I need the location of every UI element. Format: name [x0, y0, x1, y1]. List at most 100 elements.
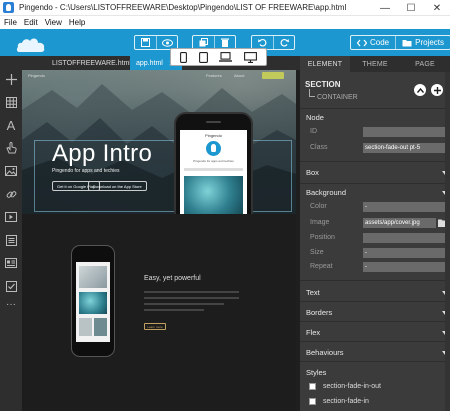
window-title: Pingendo - C:\Users\LISTOFFREEWARE\Deskt…	[19, 3, 347, 12]
minimize-button[interactable]: —	[372, 0, 398, 16]
save-icon	[141, 38, 150, 47]
menu-edit[interactable]: Edit	[24, 18, 38, 27]
bg-image-field[interactable]: assets/app/cover.jpg	[363, 218, 436, 228]
checkbox-icon[interactable]	[4, 279, 18, 293]
window-title-bar: Pingendo - C:\Users\LISTOFFREEWARE\Deskt…	[0, 0, 450, 16]
chevron-up-icon	[416, 87, 424, 93]
redo-button[interactable]	[273, 36, 294, 49]
copy-icon	[199, 38, 208, 47]
phone-tagline: Pingendo for apps and techies	[193, 159, 234, 163]
behaviours-section-toggle[interactable]: Behaviours	[306, 348, 344, 357]
app-store-button[interactable]: Download on the App Store	[88, 181, 147, 191]
feature-phone-mockup[interactable]	[71, 245, 115, 357]
divider	[300, 108, 450, 109]
menu-file[interactable]: File	[4, 18, 17, 27]
select-parent-button[interactable]	[414, 84, 426, 96]
pingendo-droplet-icon	[206, 141, 221, 156]
feature-section[interactable]: Easy, yet powerful Learn more	[22, 214, 296, 411]
add-element-button[interactable]	[431, 84, 443, 96]
divider	[300, 321, 450, 322]
plus-icon	[433, 86, 441, 94]
panel-scrollbar[interactable]	[445, 72, 450, 411]
feature-image-4	[94, 318, 107, 336]
bg-color-label: Color	[310, 203, 327, 210]
feature-image-3	[79, 318, 92, 336]
tab-theme[interactable]: THEME	[350, 56, 400, 72]
device-switcher	[170, 48, 267, 66]
divider	[300, 301, 450, 302]
menu-help[interactable]: Help	[69, 18, 85, 27]
bg-position-field[interactable]	[363, 233, 448, 243]
style-label: section-fade-in-out	[323, 383, 381, 390]
hero-subtitle[interactable]: Pingendo for apps and techies	[52, 168, 120, 174]
phone-app-name: Pingendo	[205, 133, 222, 138]
list-icon[interactable]	[4, 233, 18, 247]
hero-navbar: Pingendo Features About	[22, 70, 296, 82]
laptop-device-icon[interactable]	[219, 52, 233, 62]
feature-heading[interactable]: Easy, yet powerful	[144, 275, 201, 282]
feature-image-2	[79, 292, 107, 314]
code-projects-group: Code Projects	[350, 35, 450, 50]
hero-section[interactable]: Pingendo Features About App Intro Pingen…	[22, 70, 296, 214]
trash-icon	[221, 38, 229, 47]
hand-pointer-icon[interactable]	[4, 141, 18, 155]
video-icon[interactable]	[4, 210, 18, 224]
hero-title[interactable]: App Intro	[52, 140, 152, 168]
mobile-device-icon[interactable]	[179, 51, 187, 63]
divider	[300, 161, 450, 162]
box-section-toggle[interactable]: Box	[306, 168, 319, 177]
style-checkbox[interactable]	[309, 383, 316, 390]
borders-section-toggle[interactable]: Borders	[306, 308, 332, 317]
feature-text-line	[144, 309, 204, 311]
menu-view[interactable]: View	[45, 18, 62, 27]
feature-learn-more-button[interactable]: Learn more	[144, 323, 166, 330]
phone-ocean-image	[184, 176, 243, 214]
panel-tabs: ELEMENT THEME PAGE	[300, 56, 450, 72]
bg-size-field[interactable]: -	[363, 248, 448, 258]
maximize-button[interactable]: ☐	[398, 0, 424, 16]
code-button-label: Code	[370, 38, 390, 47]
code-icon	[357, 39, 367, 46]
pingendo-app-icon	[3, 2, 14, 13]
image-icon[interactable]	[4, 164, 18, 178]
text-icon[interactable]: A	[4, 118, 18, 133]
code-button[interactable]: Code	[351, 36, 395, 49]
bg-color-field[interactable]: -	[363, 202, 448, 212]
close-window-button[interactable]: ✕	[424, 0, 450, 16]
id-label: ID	[310, 128, 317, 135]
divider	[300, 183, 450, 184]
class-field[interactable]: section-fade-out pt-5	[363, 143, 448, 153]
page-canvas[interactable]: Pingendo Features About App Intro Pingen…	[22, 70, 300, 411]
divider	[300, 341, 450, 342]
flex-section-toggle[interactable]: Flex	[306, 328, 320, 337]
nav-link-about[interactable]: About	[234, 73, 244, 78]
bg-repeat-field[interactable]: -	[363, 262, 448, 272]
node-section-title: Node	[306, 113, 324, 122]
styles-section-title: Styles	[306, 368, 327, 377]
nav-link-features[interactable]: Features	[206, 73, 222, 78]
projects-button[interactable]: Projects	[395, 36, 450, 49]
save-button[interactable]	[135, 36, 156, 49]
navbar-cta-button[interactable]	[262, 72, 284, 79]
navbar-brand[interactable]: Pingendo	[28, 73, 45, 78]
desktop-device-icon[interactable]	[244, 51, 258, 63]
link-icon[interactable]	[4, 187, 18, 201]
more-icon[interactable]: ···	[4, 297, 18, 311]
id-field[interactable]	[363, 127, 448, 137]
tablet-device-icon[interactable]	[198, 51, 208, 63]
app-store-label: Download on the App Store	[93, 183, 142, 189]
style-checkbox[interactable]	[309, 398, 316, 405]
text-section-toggle[interactable]: Text	[306, 288, 320, 297]
tab-element[interactable]: ELEMENT	[300, 56, 350, 72]
tab-label: app.html	[136, 59, 163, 67]
card-icon[interactable]	[4, 256, 18, 270]
parent-element-link[interactable]: CONTAINER	[317, 94, 358, 101]
background-section-toggle[interactable]: Background	[306, 188, 346, 197]
properties-panel: ELEMENT THEME PAGE SECTION CONTAINER Nod…	[300, 56, 450, 411]
tab-page[interactable]: PAGE	[400, 56, 450, 72]
grid-icon[interactable]	[4, 95, 18, 109]
add-icon[interactable]	[4, 72, 18, 86]
tree-branch-line	[309, 89, 315, 97]
class-label: Class	[310, 144, 328, 151]
bg-repeat-label: Repeat	[310, 263, 333, 270]
